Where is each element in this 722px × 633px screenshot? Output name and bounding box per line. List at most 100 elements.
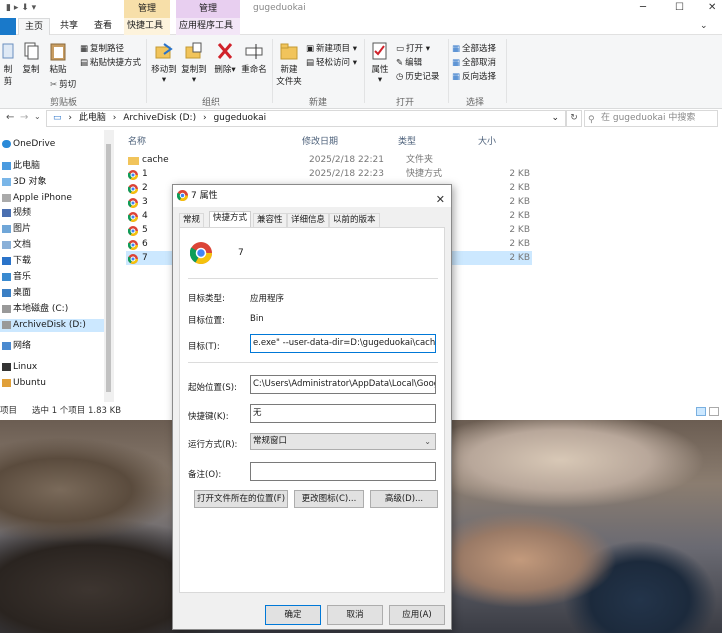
ribbon-expand-icon[interactable]: ⌄ <box>700 21 708 31</box>
maximize-icon[interactable]: ☐ <box>675 2 684 13</box>
nav-item-onedrive[interactable]: OneDrive <box>0 138 55 151</box>
refresh-icon[interactable]: ↻ <box>566 110 582 127</box>
status-selected: 选中 1 个项目 <box>32 406 86 416</box>
hotkey-field[interactable]: 无 <box>250 404 436 423</box>
nav-scrollbar[interactable] <box>104 130 113 402</box>
file-name: 4 <box>142 211 148 221</box>
address-dropdown-icon[interactable]: ⌄ <box>551 111 559 126</box>
nav-scrollbar-thumb[interactable] <box>106 144 111 392</box>
nav-item-local-disk-c[interactable]: 本地磁盘 (C:) <box>0 303 68 316</box>
invert-selection-button[interactable]: ▦ 反向选择 <box>452 70 496 83</box>
nav-item-ubuntu[interactable]: Ubuntu <box>0 377 46 390</box>
change-icon-button[interactable]: 更改图标(C)... <box>294 490 364 508</box>
nav-item-linux[interactable]: Linux <box>0 361 37 374</box>
tab-shortcut-tools[interactable]: 快捷工具 <box>124 18 170 35</box>
column-header-date[interactable]: 修改日期 <box>302 134 338 147</box>
open-button[interactable]: ▭ 打开 ▾ <box>396 42 430 55</box>
nav-item-3d-objects[interactable]: 3D 对象 <box>0 176 47 189</box>
nav-label: 文档 <box>13 240 32 250</box>
paste-shortcut-button[interactable]: ▤ 粘贴快捷方式 <box>80 56 141 69</box>
tab-general[interactable]: 常规 <box>179 213 205 227</box>
history-label: 历史记录 <box>405 72 440 82</box>
tab-app-tools[interactable]: 应用程序工具 <box>176 18 240 35</box>
close-icon[interactable]: ✕ <box>708 2 716 13</box>
nav-item-downloads[interactable]: 下载 <box>0 255 31 268</box>
nav-item-videos[interactable]: 视频 <box>0 207 31 220</box>
new-item-button[interactable]: ▣ 新建项目 ▾ <box>306 42 357 55</box>
new-folder-label: 新建 <box>280 65 298 75</box>
breadcrumb-this-pc[interactable]: 此电脑 <box>79 113 106 123</box>
tab-file[interactable]: 文件文 <box>0 18 16 50</box>
file-type: 文件夹 <box>406 155 434 165</box>
breadcrumb-archivedisk[interactable]: ArchiveDisk (D:) <box>123 113 196 123</box>
tab-compatibility[interactable]: 兼容性 <box>253 213 287 227</box>
file-name: 3 <box>142 197 148 207</box>
quick-access-toolbar[interactable]: ▮ ▸ ⬇ ▾ <box>6 3 36 13</box>
tab-previous-versions[interactable]: 以前的版本 <box>329 213 380 227</box>
delete-button[interactable]: 删除▾ <box>214 41 236 75</box>
dialog-close-icon[interactable]: ✕ <box>436 189 445 211</box>
tab-shortcut[interactable]: 快捷方式 <box>209 211 252 228</box>
breadcrumb-gugeduokai[interactable]: gugeduokai <box>213 113 266 123</box>
chrome-shortcut-icon <box>128 184 138 194</box>
run-select-value: 常规窗口 <box>253 436 288 446</box>
rename-button[interactable]: 重命名 <box>240 41 268 75</box>
column-header-type[interactable]: 类型 <box>398 134 416 147</box>
properties-button[interactable]: 属性 ▾ <box>368 41 392 85</box>
edit-button[interactable]: ✎ 编辑 <box>396 56 423 69</box>
ok-button[interactable]: 确定 <box>265 605 321 625</box>
nav-item-this-pc[interactable]: 此电脑 <box>0 160 40 173</box>
tab-share[interactable]: 共享 <box>54 18 84 35</box>
network-icon <box>2 341 11 350</box>
cut-button[interactable]: ✂ 剪切 <box>50 78 76 91</box>
tab-details[interactable]: 详细信息 <box>287 213 330 227</box>
window-title: gugeduokai <box>253 3 306 13</box>
run-select[interactable]: 常规窗口 ⌄ <box>250 433 436 450</box>
advanced-button[interactable]: 高级(D)... <box>370 490 438 508</box>
start-in-field[interactable]: C:\Users\Administrator\AppData\Local\Goo… <box>250 375 436 394</box>
nav-item-music[interactable]: 音乐 <box>0 271 31 284</box>
column-header-name[interactable]: 名称 <box>128 134 146 147</box>
edit-label: 编辑 <box>405 58 423 68</box>
move-to-button[interactable]: 移动到▾ <box>150 41 178 85</box>
nav-item-archivedisk-d[interactable]: ArchiveDisk (D:) <box>0 319 104 332</box>
history-button[interactable]: ◷ 历史记录 <box>396 70 440 83</box>
nav-label: 此电脑 <box>13 161 41 171</box>
copy-path-button[interactable]: ▦ 复制路径 <box>80 42 124 55</box>
copy-button[interactable]: 复制 <box>20 41 42 75</box>
new-folder-button[interactable]: 新建 文件夹 <box>276 41 302 87</box>
file-date: 2025/2/18 22:21 <box>309 155 384 165</box>
paste-button[interactable]: 粘贴 <box>46 41 70 75</box>
large-icons-view-icon[interactable] <box>709 407 719 416</box>
target-field[interactable]: e.exe" --user-data-dir=D:\gugeduokai\cac… <box>250 334 436 353</box>
nav-item-desktop[interactable]: 桌面 <box>0 287 31 300</box>
recent-dropdown-icon[interactable]: ⌄ <box>34 112 41 121</box>
nav-label: 音乐 <box>13 272 32 282</box>
copy-to-button[interactable]: 复制到▾ <box>180 41 208 85</box>
file-row[interactable]: cache 2025/2/18 22:21 文件夹 <box>126 153 526 167</box>
comment-field[interactable] <box>250 462 436 481</box>
organize-group-label: 组织 <box>202 98 221 108</box>
easy-access-button[interactable]: ▤ 轻松访问 ▾ <box>306 56 357 69</box>
apply-button[interactable]: 应用(A) <box>389 605 445 625</box>
nav-item-network[interactable]: 网络 <box>0 340 31 353</box>
details-view-icon[interactable] <box>696 407 706 416</box>
nav-item-pictures[interactable]: 图片 <box>0 223 31 236</box>
open-file-location-button[interactable]: 打开文件所在的位置(F) <box>194 490 288 508</box>
drive-icon <box>2 304 11 313</box>
pin-quick-access-button[interactable]: 制剪 <box>0 41 16 87</box>
tab-home[interactable]: 主页 <box>18 18 51 35</box>
address-bar[interactable]: ▭ › 此电脑 › ArchiveDisk (D:) › gugeduokai … <box>46 110 566 127</box>
cancel-button[interactable]: 取消 <box>327 605 383 625</box>
nav-item-documents[interactable]: 文档 <box>0 239 31 252</box>
file-row[interactable]: 1 2025/2/18 22:23 快捷方式 2 KB <box>126 167 530 181</box>
tab-view[interactable]: 查看 <box>88 18 118 35</box>
search-input[interactable]: ⚲ 在 gugeduokai 中搜索 <box>584 110 718 127</box>
select-none-button[interactable]: ▦ 全部取消 <box>452 56 496 69</box>
minimize-icon[interactable]: ─ <box>640 2 646 13</box>
nav-item-apple-iphone[interactable]: Apple iPhone <box>0 192 72 205</box>
select-all-button[interactable]: ▦ 全部选择 <box>452 42 496 55</box>
back-arrow-icon[interactable]: ← <box>6 112 14 123</box>
column-header-size[interactable]: 大小 <box>478 134 496 147</box>
forward-arrow-icon[interactable]: → <box>20 112 28 123</box>
